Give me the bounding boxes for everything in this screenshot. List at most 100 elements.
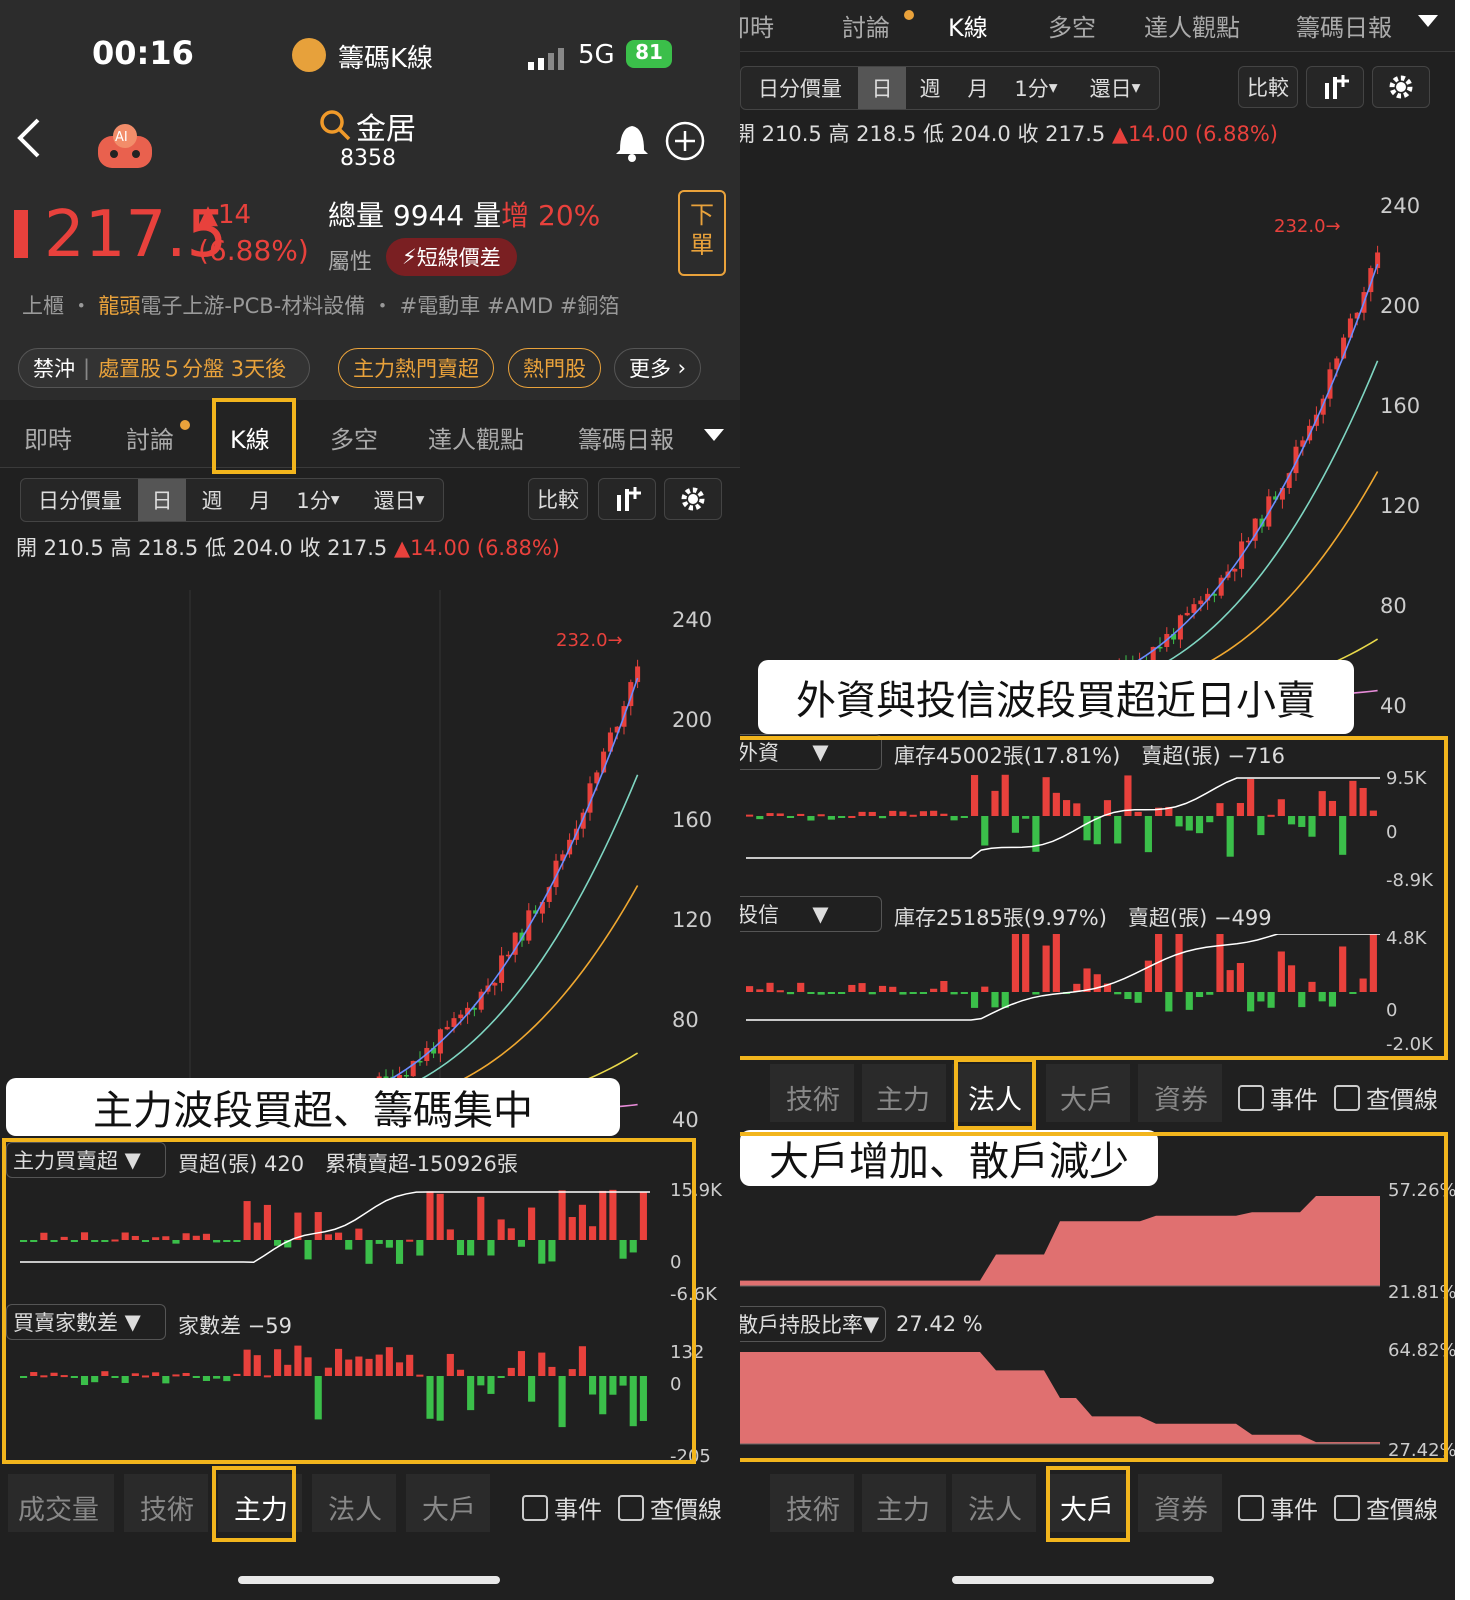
select-retail-ratio[interactable]: 散戶持股比率 ▼ <box>740 1306 886 1342</box>
select-trust[interactable]: 投信 ▼ <box>740 896 882 932</box>
foreign-chart[interactable] <box>740 772 1455 892</box>
btn-month[interactable]: 月 <box>236 479 284 521</box>
bell-icon[interactable] <box>612 120 652 166</box>
flow-bar <box>940 980 948 992</box>
gear-icon[interactable] <box>1372 66 1430 108</box>
btab-volume[interactable]: 成交量 <box>18 1488 99 1527</box>
candle <box>1232 568 1238 572</box>
main-force-chart[interactable] <box>0 1180 740 1310</box>
btn-restore[interactable]: 還日 ▾ <box>364 479 434 521</box>
chip-more[interactable]: 更多 › <box>614 348 702 388</box>
flow-bar <box>60 1375 68 1378</box>
indicator-add-icon[interactable] <box>598 478 656 520</box>
retail-chart[interactable] <box>740 1344 1455 1458</box>
tab-long-short[interactable]: 多空 <box>330 420 378 455</box>
btab-technical[interactable]: 技術 <box>786 1488 840 1527</box>
tab-expert[interactable]: 達人觀點 <box>428 420 524 455</box>
flow-bar <box>172 1240 180 1244</box>
indicator-add-icon[interactable] <box>1306 66 1364 108</box>
btn-day[interactable]: 日 <box>138 479 186 521</box>
btab-big-holder[interactable]: 大戶 <box>1060 1488 1114 1527</box>
check-price-line[interactable]: 查價線 <box>1334 1490 1438 1525</box>
flow-bar <box>1063 800 1071 816</box>
checkbox-icon[interactable] <box>1238 1084 1264 1111</box>
checkbox-icon[interactable] <box>1238 1494 1264 1521</box>
check-price-line[interactable]: 查價線 <box>1334 1080 1438 1115</box>
flow-bar <box>1134 992 1142 1003</box>
flow-bar <box>243 1201 251 1240</box>
tab-expert[interactable]: 達人觀點 <box>1144 8 1240 43</box>
tab-chip-daily[interactable]: 籌碼日報 <box>1296 8 1394 43</box>
gear-icon[interactable] <box>664 478 722 520</box>
btab-margin[interactable]: 資券 <box>1154 1078 1208 1117</box>
check-events[interactable]: 事件 <box>1238 1490 1318 1525</box>
btab-institution[interactable]: 法人 <box>328 1488 382 1527</box>
search-icon[interactable] <box>318 108 352 146</box>
btab-institution[interactable]: 法人 <box>968 1488 1022 1527</box>
attr-badge[interactable]: ⚡ 短線價差 <box>386 238 517 276</box>
checkbox-icon[interactable] <box>1334 1084 1360 1111</box>
btab-technical[interactable]: 技術 <box>140 1488 194 1527</box>
btn-compare[interactable]: 比較 <box>528 478 588 520</box>
tab-realtime[interactable]: 即時 <box>740 8 774 43</box>
battery-icon: 81 <box>626 40 672 68</box>
checkbox-icon[interactable] <box>618 1494 644 1521</box>
btab-main-force[interactable]: 主力 <box>876 1488 930 1527</box>
btn-restore[interactable]: 還日 ▾ <box>1080 67 1150 109</box>
add-icon[interactable] <box>664 120 706 166</box>
btab-technical[interactable]: 技術 <box>786 1078 840 1117</box>
r2-axis-zero: 0 <box>1386 1000 1398 1021</box>
btn-compare[interactable]: 比較 <box>1238 66 1298 108</box>
tab-realtime[interactable]: 即時 <box>24 420 72 455</box>
tab-discussion[interactable]: 討論 <box>126 420 174 455</box>
order-button[interactable]: 下單 <box>678 190 726 276</box>
tab-kline[interactable]: K線 <box>948 8 988 43</box>
btn-daily-volume[interactable]: 日分價量 <box>744 67 856 109</box>
dropdown-icon[interactable] <box>1418 14 1438 33</box>
btn-1min[interactable]: 1分 ▾ <box>1006 67 1066 109</box>
flow-bar <box>909 814 917 817</box>
flow-bar <box>930 988 938 992</box>
big-holder-chart[interactable] <box>740 1186 1455 1300</box>
btab-main-force[interactable]: 主力 <box>876 1078 930 1117</box>
checkbox-icon[interactable] <box>522 1494 548 1521</box>
select-foreign[interactable]: 外資 ▼ <box>740 734 882 770</box>
select-main-force[interactable]: 主力買賣超 ▼ <box>6 1142 166 1178</box>
price-axis-200: 200 <box>672 708 713 732</box>
tab-discussion[interactable]: 討論 <box>842 8 890 43</box>
flow-bar <box>233 1240 241 1242</box>
select-broker-diff[interactable]: 買賣家數差 ▼ <box>6 1304 166 1340</box>
check-price-line[interactable]: 查價線 <box>618 1490 722 1525</box>
kline-chart[interactable] <box>740 156 1455 716</box>
btab-institution[interactable]: 法人 <box>968 1078 1022 1117</box>
flow-bar <box>213 1376 221 1379</box>
flow-bar <box>324 1234 332 1240</box>
chip-main-hot-sell[interactable]: 主力熱門賣超 <box>338 348 494 388</box>
check-events[interactable]: 事件 <box>522 1490 602 1525</box>
tab-chip-daily[interactable]: 籌碼日報 <box>578 420 676 455</box>
btab-main-force[interactable]: 主力 <box>234 1488 288 1527</box>
chip-hot-stock[interactable]: 熱門股 <box>508 348 601 388</box>
flow-bar <box>1247 992 1255 1012</box>
btn-day[interactable]: 日 <box>858 67 906 109</box>
btab-big-holder[interactable]: 大戶 <box>1060 1078 1114 1117</box>
warning-chip[interactable]: 禁沖 | 處置股５分盤 3天後 <box>18 348 310 388</box>
broker-diff-chart[interactable] <box>0 1340 740 1460</box>
dropdown-icon[interactable] <box>704 428 724 447</box>
btn-month[interactable]: 月 <box>954 67 1002 109</box>
checkbox-icon[interactable] <box>1334 1494 1360 1521</box>
trust-chart[interactable] <box>740 934 1455 1048</box>
tab-long-short[interactable]: 多空 <box>1048 8 1096 43</box>
btab-big-holder[interactable]: 大戶 <box>422 1488 476 1527</box>
btab-margin[interactable]: 資券 <box>1154 1488 1208 1527</box>
kline-chart[interactable] <box>0 570 740 1130</box>
btn-daily-volume[interactable]: 日分價量 <box>24 479 136 521</box>
stock-name[interactable]: 金居 <box>356 104 416 148</box>
back-icon[interactable] <box>14 116 44 164</box>
tab-kline[interactable]: K線 <box>230 420 270 455</box>
check-events[interactable]: 事件 <box>1238 1080 1318 1115</box>
btn-1min[interactable]: 1分 ▾ <box>288 479 348 521</box>
btn-week[interactable]: 週 <box>188 479 236 521</box>
ai-robot-icon[interactable]: AI <box>94 122 156 174</box>
btn-week[interactable]: 週 <box>906 67 954 109</box>
